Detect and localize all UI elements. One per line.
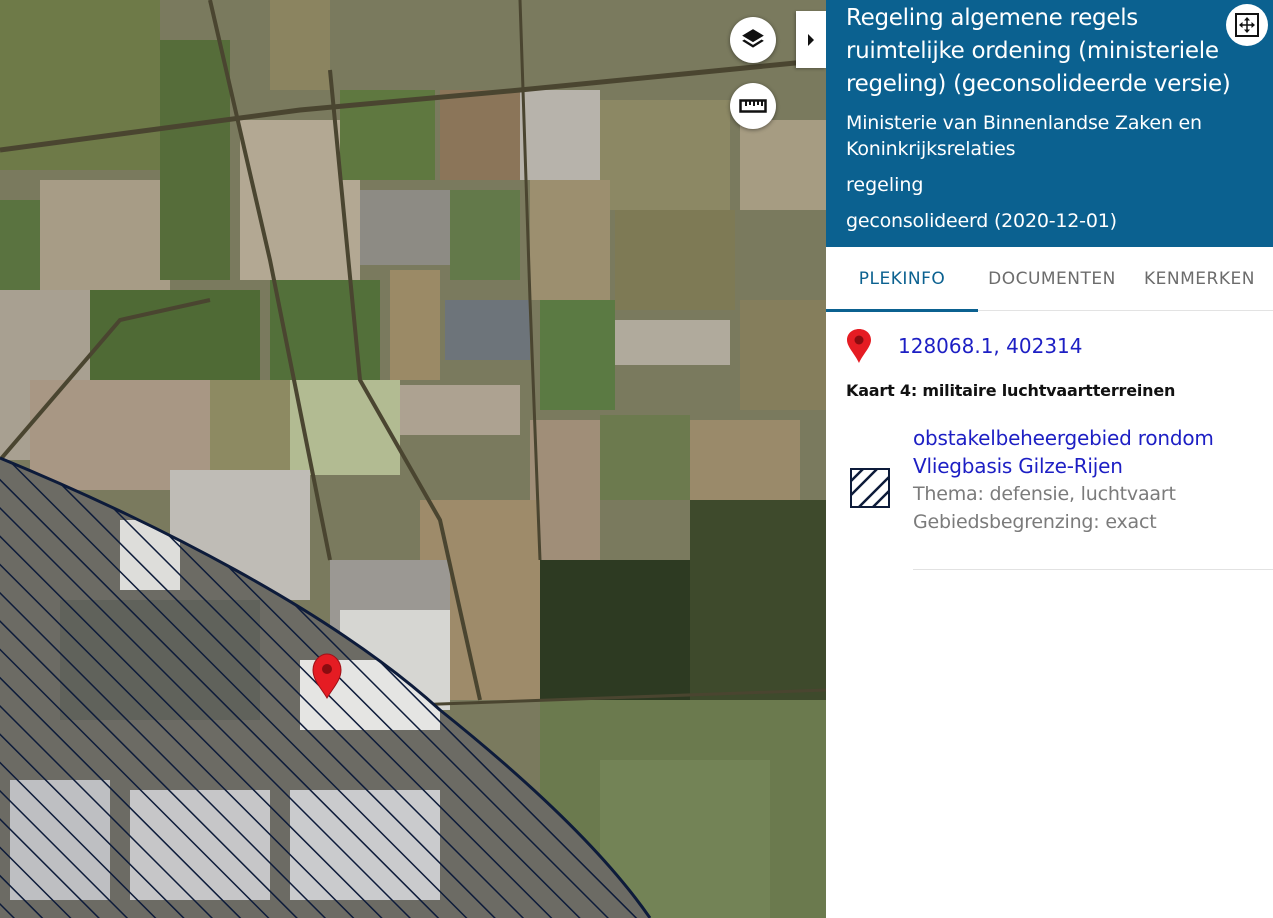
- feature-name-link[interactable]: obstakelbeheergebied rondom Vliegbasis G…: [913, 424, 1273, 480]
- tab-kenmerken[interactable]: KENMERKEN: [1126, 247, 1273, 311]
- map-layer-heading: Kaart 4: militaire luchtvaartterreinen: [846, 381, 1176, 400]
- map-view[interactable]: [0, 0, 826, 918]
- tab-bar: PLEKINFO DOCUMENTEN KENMERKEN: [826, 247, 1273, 312]
- hatch-legend-icon: [850, 468, 890, 508]
- divider: [913, 569, 1273, 570]
- ruler-icon: [739, 99, 767, 113]
- document-header: Regeling algemene regels ruimtelijke ord…: [826, 0, 1273, 247]
- document-title: Regeling algemene regels ruimtelijke ord…: [846, 5, 1231, 97]
- coordinates-link[interactable]: 128068.1, 402314: [898, 334, 1083, 358]
- feature-begrenzing: Gebiedsbegrenzing: exact: [913, 511, 1157, 533]
- chevron-right-icon: [808, 33, 814, 46]
- measure-button[interactable]: [730, 83, 776, 129]
- feature-thema: Thema: defensie, luchtvaart: [913, 483, 1176, 505]
- tab-plekinfo[interactable]: PLEKINFO: [826, 247, 978, 312]
- layers-icon: [742, 29, 764, 48]
- location-row: 128068.1, 402314: [846, 326, 1083, 366]
- document-status: geconsolideerd (2020-12-01): [846, 210, 1117, 232]
- tab-documenten[interactable]: DOCUMENTEN: [978, 247, 1126, 311]
- layers-button[interactable]: [730, 17, 776, 63]
- panel-collapse-toggle[interactable]: [796, 11, 826, 68]
- map-pin-icon: [847, 329, 871, 363]
- document-organisation: Ministerie van Binnenlandse Zaken en Kon…: [846, 112, 1202, 160]
- document-type: regeling: [846, 174, 924, 196]
- fullscreen-icon: [1235, 13, 1259, 37]
- aerial-photo: [0, 0, 826, 918]
- feature-details: obstakelbeheergebied rondom Vliegbasis G…: [913, 424, 1273, 536]
- fullscreen-button[interactable]: [1226, 4, 1268, 46]
- side-panel: Regeling algemene regels ruimtelijke ord…: [826, 0, 1273, 918]
